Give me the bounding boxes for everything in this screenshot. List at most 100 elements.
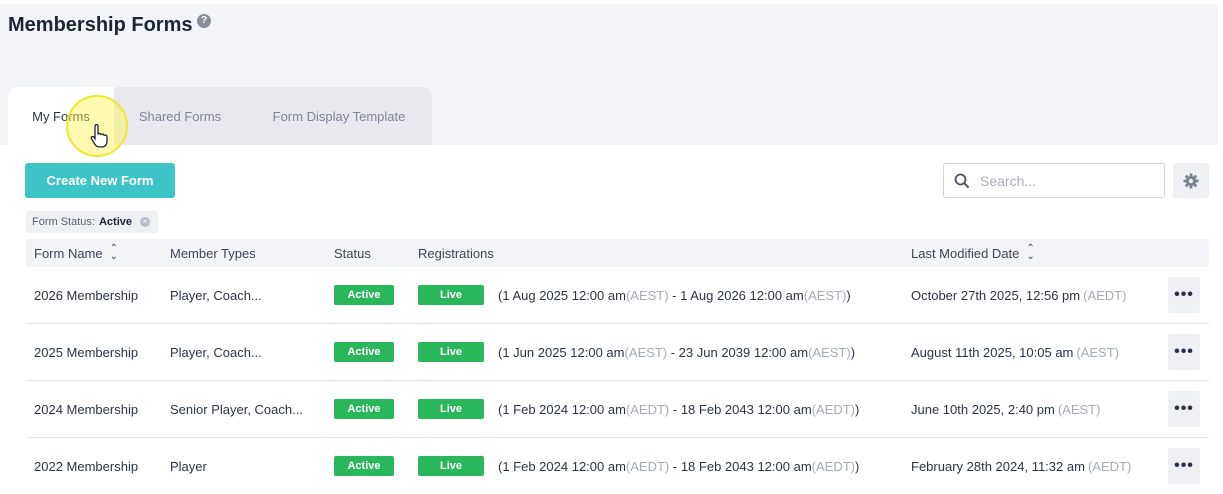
reg-close: 1 Aug 2026 12:00 am <box>680 287 804 303</box>
form-name[interactable]: 2024 Membership <box>34 381 138 437</box>
reg-close-tz: (AEST) <box>803 287 847 303</box>
reg-open: (1 Feb 2024 12:00 am <box>498 458 626 474</box>
last-modified: August 11th 2025, 10:05 am (AEST) <box>911 324 1119 380</box>
reg-open-tz: (AEST) <box>624 344 668 360</box>
help-icon[interactable]: ? <box>197 14 211 28</box>
reg-open-tz: (AEST) <box>625 287 669 303</box>
page-title: Membership Forms <box>8 14 193 36</box>
registration-period: (1 Feb 2024 12:00 am(AEDT) - 18 Feb 2043… <box>498 459 859 474</box>
status-cell: Active <box>334 381 394 437</box>
registration-period: (1 Jun 2025 12:00 am(AEST) - 23 Jun 2039… <box>498 345 855 360</box>
tab-label: Form Display Template <box>272 108 406 124</box>
table-row[interactable]: 2024 Membership Senior Player, Coach... Ac… <box>26 381 1209 438</box>
reg-close-tz: (AEST) <box>808 344 851 360</box>
member-types: Player, Coach... <box>170 287 262 303</box>
reg-close-tz: (AEDT) <box>811 458 855 474</box>
close-icon[interactable]: × <box>140 217 150 227</box>
registrations-cell: Live (1 Feb 2024 12:00 am(AEDT) - 18 Feb … <box>418 438 859 494</box>
reg-open-tz: (AEDT) <box>625 401 670 417</box>
create-new-form-button[interactable]: Create New Form <box>25 163 175 198</box>
status-cell: Active <box>334 267 394 323</box>
table-row[interactable]: 2025 Membership Player, Coach... Active Liv… <box>26 324 1209 381</box>
status-badge: Active <box>334 342 394 362</box>
search-input[interactable] <box>978 171 1152 190</box>
reg-close: 23 Jun 2039 12:00 am <box>678 344 809 360</box>
reg-end: ) <box>850 344 856 360</box>
gear-icon <box>1183 173 1199 188</box>
table-row[interactable]: 2022 Membership Player Active Live (1 Feb 20… <box>26 438 1209 494</box>
reg-close: 18 Feb 2043 12:00 am <box>680 458 812 474</box>
member-types: Senior Player, Coach... <box>170 401 303 417</box>
sort-icon[interactable]: ⌃ ⌄ <box>1026 244 1034 262</box>
column-label: Member Types <box>170 245 256 261</box>
sort-icon[interactable]: ⌃ ⌄ <box>110 244 118 262</box>
modified-tz: (AEST) <box>1057 401 1101 417</box>
modified-date: June 10th 2025, 2:40 pm <box>911 401 1055 417</box>
last-modified: October 27th 2025, 12:56 pm (AEDT) <box>911 267 1126 323</box>
form-name[interactable]: 2026 Membership <box>34 267 138 323</box>
filter-value: Active <box>98 216 132 228</box>
column-label: Form Name <box>34 245 103 261</box>
registrations-cell: Live (1 Aug 2025 12:00 am(AEST) - 1 Aug 2… <box>418 267 851 323</box>
filter-label: Form Status: <box>32 216 95 228</box>
column-header-last-modified[interactable]: Last Modified Date ⌃ ⌄ <box>911 239 1035 267</box>
live-badge: Live <box>418 456 484 476</box>
live-badge: Live <box>418 399 484 419</box>
search-box[interactable] <box>943 163 1165 198</box>
modified-date: February 28th 2024, 11:32 am <box>911 458 1085 474</box>
settings-button[interactable] <box>1173 163 1209 198</box>
column-label: Status <box>334 245 371 261</box>
member-types: Player, Coach... <box>170 344 262 360</box>
reg-end: ) <box>846 287 851 303</box>
filter-chip[interactable]: Form Status: Active × <box>26 211 158 233</box>
reg-end: ) <box>855 458 860 474</box>
form-name[interactable]: 2025 Membership <box>34 324 138 380</box>
column-header-member-types: Member Types <box>170 239 256 267</box>
tab-form-display-template[interactable]: Form Display Template <box>246 87 432 145</box>
more-icon[interactable]: ••• <box>1168 277 1200 313</box>
column-header-registrations: Registrations <box>418 239 494 267</box>
column-header-status: Status <box>334 239 371 267</box>
status-cell: Active <box>334 438 394 494</box>
tab-shared-forms[interactable]: Shared Forms <box>114 87 246 145</box>
column-header-form-name[interactable]: Form Name ⌃ ⌄ <box>34 239 118 267</box>
table-row[interactable]: 2026 Membership Player, Coach... Active Liv… <box>26 267 1209 324</box>
live-badge: Live <box>418 342 484 362</box>
tab-label: Shared Forms <box>138 108 222 124</box>
modified-tz: (AEDT) <box>1083 287 1127 303</box>
column-label: Last Modified Date <box>911 245 1020 261</box>
forms-table: Form Name ⌃ ⌄ Member Types Status Registr… <box>26 239 1209 494</box>
last-modified: February 28th 2024, 11:32 am (AEDT) <box>911 438 1131 494</box>
more-icon[interactable]: ••• <box>1168 334 1200 370</box>
reg-open: (1 Feb 2024 12:00 am <box>498 401 626 417</box>
column-label: Registrations <box>418 245 494 261</box>
reg-sep: - <box>669 401 681 417</box>
modified-tz: (AEST) <box>1076 344 1120 360</box>
status-badge: Active <box>334 285 394 305</box>
more-icon[interactable]: ••• <box>1168 391 1200 427</box>
reg-close: 18 Feb 2043 12:00 am <box>680 401 812 417</box>
registrations-cell: Live (1 Feb 2024 12:00 am(AEDT) - 18 Feb … <box>418 381 859 437</box>
registrations-cell: Live (1 Jun 2025 12:00 am(AEST) - 23 Jun … <box>418 324 855 380</box>
more-icon[interactable]: ••• <box>1168 448 1200 484</box>
modified-date: October 27th 2025, 12:56 pm <box>911 287 1081 303</box>
last-modified: June 10th 2025, 2:40 pm (AEST) <box>911 381 1100 437</box>
modified-tz: (AEDT) <box>1087 458 1132 474</box>
live-badge: Live <box>418 285 484 305</box>
reg-end: ) <box>855 401 860 417</box>
reg-open: (1 Jun 2025 12:00 am <box>498 344 625 360</box>
reg-open: (1 Aug 2025 12:00 am <box>498 287 626 303</box>
table-header: Form Name ⌃ ⌄ Member Types Status Registr… <box>26 239 1209 267</box>
reg-open-tz: (AEDT) <box>625 458 670 474</box>
pointer-cursor-icon <box>90 124 108 148</box>
reg-close-tz: (AEDT) <box>811 401 855 417</box>
form-name[interactable]: 2022 Membership <box>34 438 138 494</box>
reg-sep: - <box>667 344 679 360</box>
status-cell: Active <box>334 324 394 380</box>
status-badge: Active <box>334 399 394 419</box>
registration-period: (1 Aug 2025 12:00 am(AEST) - 1 Aug 2026 … <box>498 288 851 303</box>
member-types: Player <box>170 458 207 474</box>
status-badge: Active <box>334 456 394 476</box>
reg-sep: - <box>669 458 681 474</box>
modified-date: August 11th 2025, 10:05 am <box>911 344 1074 360</box>
